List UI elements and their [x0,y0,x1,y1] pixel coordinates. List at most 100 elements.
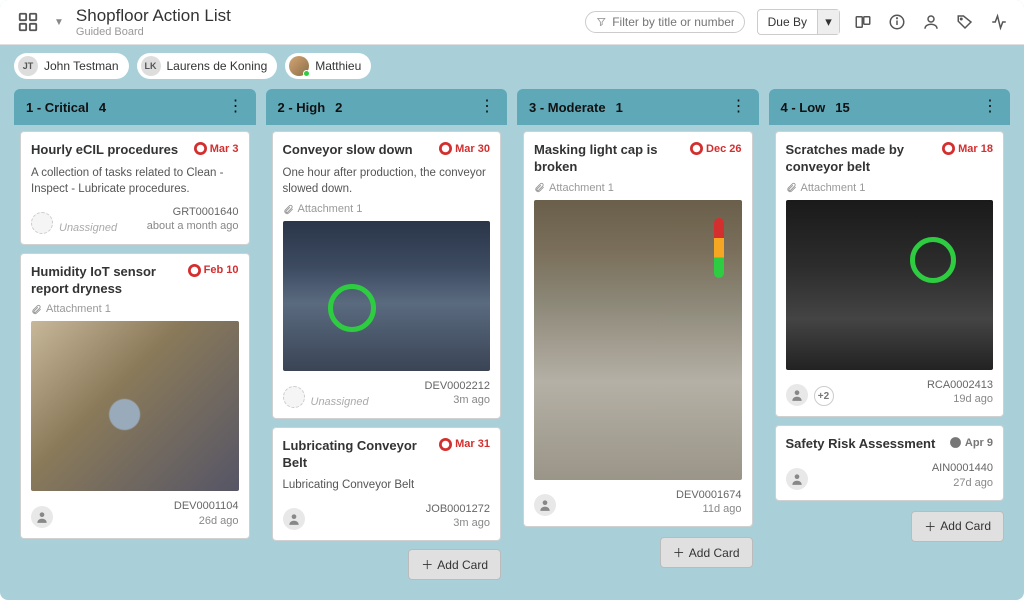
board-column: 1 - Critical 4 ⋮ Hourly eCIL procedures M… [14,89,256,586]
card-footer: AIN000144027d ago [786,461,994,490]
column-cards: Hourly eCIL proceduresMar 3A collection … [14,125,256,545]
card-meta: RCA000241319d ago [927,378,993,407]
add-card-button[interactable]: ＋Add Card [408,549,501,580]
card-title: Hourly eCIL procedures [31,142,188,159]
avatar [289,56,309,76]
avatar: JT [18,56,38,76]
card-title: Lubricating Conveyor Belt [283,438,434,472]
card[interactable]: Masking light cap is brokenDec 26Attachm… [523,131,753,527]
clock-icon [439,142,452,155]
card-meta: JOB00012723m ago [426,502,490,531]
card[interactable]: Lubricating Conveyor BeltMar 31Lubricati… [272,427,502,541]
card-image [31,321,239,491]
column-menu-icon[interactable]: ⋮ [228,99,244,115]
plus-icon: ＋ [924,518,936,535]
column-menu-icon[interactable]: ⋮ [982,99,998,115]
more-assignees: +2 [814,386,834,406]
card-footer: JOB00012723m ago [283,502,491,531]
assignee-avatar [534,494,556,516]
column-cards: Masking light cap is brokenDec 26Attachm… [517,125,759,533]
unassigned-label: Unassigned [311,396,369,408]
column-header: 3 - Moderate 1 ⋮ [517,89,759,125]
clock-icon [949,436,962,449]
due-badge: Apr 9 [949,436,993,449]
user-chip[interactable]: Matthieu [285,53,371,79]
page-subtitle: Guided Board [76,26,231,38]
assignee-avatar [31,506,53,528]
assignee-avatar [786,468,808,490]
user-chip[interactable]: JT John Testman [14,53,129,79]
card[interactable]: Scratches made by conveyor beltMar 18Att… [775,131,1005,417]
card[interactable]: Safety Risk Assessment Apr 9 AIN000144027d… [775,425,1005,500]
column-header: 2 - High 2 ⋮ [266,89,508,125]
dropdown-caret-icon[interactable]: ▼ [54,17,64,28]
cards-view-icon[interactable] [852,11,874,33]
column-title: 3 - Moderate [529,100,606,115]
tag-icon[interactable] [954,11,976,33]
board-column: 2 - High 2 ⋮ Conveyor slow downMar 30One… [266,89,508,586]
column-title: 1 - Critical [26,100,89,115]
card-image [786,200,994,370]
due-badge: Mar 18 [942,142,993,155]
info-icon[interactable] [886,11,908,33]
user-chip-name: Laurens de Koning [167,59,268,73]
card-meta: GRT0001640about a month ago [147,205,239,234]
card-meta: DEV00022123m ago [425,379,490,408]
card-description: One hour after production, the conveyor … [283,165,491,197]
due-badge: Feb 10 [188,264,239,277]
activity-icon[interactable] [988,11,1010,33]
unassigned-label: Unassigned [59,222,117,234]
due-badge: Mar 3 [194,142,239,155]
card-footer: +2 RCA000241319d ago [786,378,994,407]
card-meta: DEV000167411d ago [676,488,741,517]
filter-input[interactable] [612,15,733,29]
clock-icon [439,438,452,451]
page-title: Shopfloor Action List [76,6,231,26]
attachment-indicator: Attachment 1 [786,182,994,194]
column-title: 4 - Low [781,100,826,115]
plus-icon: ＋ [673,544,685,561]
card-footer: DEV000167411d ago [534,488,742,517]
user-icon[interactable] [920,11,942,33]
due-badge: Mar 30 [439,142,490,155]
due-badge: Dec 26 [690,142,741,155]
filter-input-wrapper[interactable] [585,11,745,33]
avatar: LK [141,56,161,76]
add-card-button[interactable]: ＋Add Card [911,511,1004,542]
column-header: 4 - Low 15 ⋮ [769,89,1011,125]
card-image [534,200,742,480]
card[interactable]: Hourly eCIL proceduresMar 3A collection … [20,131,250,245]
column-count: 1 [616,100,623,115]
card[interactable]: Conveyor slow downMar 30One hour after p… [272,131,502,419]
card-image [283,221,491,371]
card-description: Lubricating Conveyor Belt [283,477,491,493]
column-count: 15 [835,100,849,115]
plus-icon: ＋ [421,556,433,573]
card-title: Safety Risk Assessment [786,436,943,453]
title-area: Shopfloor Action List Guided Board [76,6,231,38]
board-column: 4 - Low 15 ⋮ Scratches made by conveyor … [769,89,1011,586]
column-header: 1 - Critical 4 ⋮ [14,89,256,125]
card[interactable]: Humidity IoT sensor report dryness Feb 10… [20,253,250,539]
due-by-select[interactable]: Due By ▾ [757,9,840,35]
clock-icon [690,142,703,155]
card-footer: Unassigned GRT0001640about a month ago [31,205,239,234]
due-by-label: Due By [758,15,817,29]
kanban-board: 1 - Critical 4 ⋮ Hourly eCIL procedures M… [0,89,1024,600]
user-chip-name: John Testman [44,59,119,73]
assignee-avatar [786,384,808,406]
column-cards: Scratches made by conveyor beltMar 18Att… [769,125,1011,507]
assignee-avatar [283,508,305,530]
add-card-button[interactable]: ＋Add Card [660,537,753,568]
app-switcher-icon[interactable] [14,8,42,36]
clock-icon [194,142,207,155]
card-footer: DEV000110426d ago [31,499,239,528]
attachment-indicator: Attachment 1 [534,182,742,194]
card-title: Humidity IoT sensor report dryness [31,264,182,298]
card-meta: DEV000110426d ago [174,499,239,528]
column-menu-icon[interactable]: ⋮ [479,99,495,115]
user-chip[interactable]: LK Laurens de Koning [137,53,278,79]
column-menu-icon[interactable]: ⋮ [731,99,747,115]
filter-icon [596,16,607,28]
card-meta: AIN000144027d ago [932,461,993,490]
